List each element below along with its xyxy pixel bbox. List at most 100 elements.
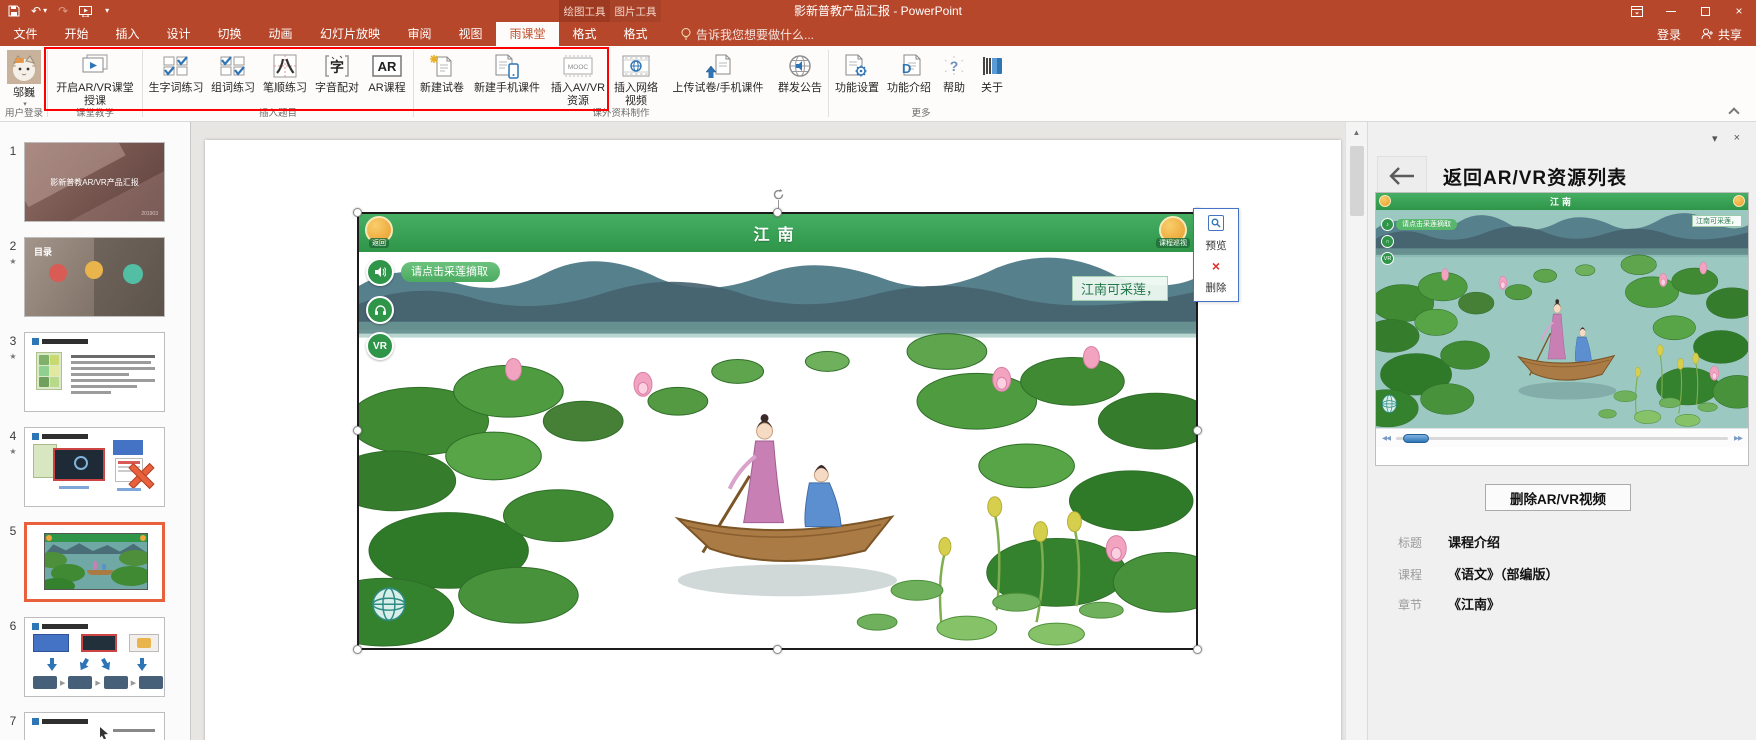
tab-format-picture[interactable]: 格式: [610, 22, 661, 46]
slide-thumbnail-6[interactable]: 6 ▶▶▶: [2, 617, 190, 697]
slide-thumbnail-4[interactable]: 4★: [2, 427, 190, 507]
resize-handle-n[interactable]: [773, 208, 782, 217]
slide-thumbnail-3[interactable]: 3★: [2, 332, 190, 412]
pane-close-icon[interactable]: ×: [1734, 132, 1740, 145]
tab-rain-classroom[interactable]: 雨课堂: [496, 22, 559, 46]
slide-editing-area[interactable]: 江南 返回 课程巡视 请点击采莲摘取 VR: [191, 122, 1345, 740]
thumb-title: 影新普教AR/VR产品汇报: [25, 177, 164, 188]
speaker-icon[interactable]: [366, 258, 394, 286]
save-icon[interactable]: [8, 5, 20, 17]
svg-text:字: 字: [330, 59, 344, 75]
slide-thumbnail-2[interactable]: 2★ 目录: [2, 237, 190, 317]
group-label: 课堂教学: [51, 108, 139, 121]
rotation-handle[interactable]: [772, 188, 785, 206]
tab-review[interactable]: 审阅: [394, 22, 445, 46]
share-button[interactable]: 共享: [1701, 26, 1742, 43]
left-arrow-icon: [1389, 167, 1415, 185]
ribbon-display-options-icon[interactable]: [1620, 0, 1654, 22]
thumb-title: 目录: [34, 245, 52, 258]
delete-arvr-video-button[interactable]: 删除AR/VR视频: [1485, 484, 1631, 511]
main-vertical-scrollbar[interactable]: ▲: [1345, 122, 1368, 740]
undo-icon[interactable]: ↶▾: [31, 5, 47, 17]
redo-icon: ↷: [58, 5, 68, 17]
video-scrubber[interactable]: [1403, 434, 1429, 443]
collapse-ribbon-icon[interactable]: [1728, 107, 1739, 118]
slide-number: 1: [10, 144, 17, 158]
slide-page[interactable]: 江南 返回 课程巡视 请点击采莲摘取 VR: [205, 140, 1341, 740]
grid-check-icon: [163, 50, 190, 82]
film-globe-icon: [622, 50, 650, 82]
resize-handle-sw[interactable]: [353, 645, 362, 654]
video-preview[interactable]: 江南 ♪ 请点击采莲摘取 江南可采莲， ∩ VR ◀◀ ▶▶: [1375, 192, 1749, 466]
scene-back-button[interactable]: 返回: [365, 216, 393, 248]
tab-view[interactable]: 视图: [445, 22, 496, 46]
new-exam-button[interactable]: 新建试卷: [417, 48, 467, 95]
start-arvr-class-button[interactable]: 开启AR/VR课堂授课: [51, 48, 139, 107]
delete-x-icon[interactable]: ×: [1212, 259, 1220, 273]
new-mobile-courseware-button[interactable]: 新建手机课件: [469, 48, 545, 95]
slide-thumbnail-7[interactable]: 7: [2, 712, 190, 740]
resize-handle-w[interactable]: [353, 426, 362, 435]
start-slideshow-icon[interactable]: [79, 6, 92, 17]
sign-in-link[interactable]: 登录: [1657, 26, 1681, 43]
sound-match-button[interactable]: 字 字音配对: [312, 48, 362, 95]
screen-play-icon: [81, 50, 109, 82]
rewind-icon[interactable]: ◀◀: [1382, 434, 1390, 442]
field-course: 课程 《语文》（部编版）: [1398, 564, 1559, 583]
scrollbar-thumb[interactable]: [1350, 146, 1364, 216]
tab-file[interactable]: 文件: [0, 22, 51, 46]
pane-back-button[interactable]: [1377, 156, 1427, 196]
preview-icon[interactable]: [1208, 215, 1224, 231]
slide-thumbnail-5-selected[interactable]: 5: [2, 522, 190, 602]
stroke-order-icon: [273, 50, 297, 82]
document-phone-icon: [494, 50, 520, 82]
animation-star-icon: ★: [9, 257, 16, 266]
scene-course-patrol-button[interactable]: 课程巡视: [1156, 216, 1190, 248]
group-label: 插入题目: [146, 108, 410, 121]
video-controls[interactable]: ◀◀ ▶▶: [1376, 428, 1748, 447]
preview-label[interactable]: 预览: [1206, 238, 1227, 253]
settings-button[interactable]: 功能设置: [832, 48, 882, 95]
maximize-button[interactable]: [1688, 0, 1722, 22]
insert-avvr-resource-button[interactable]: MOOC 插入AV/VR资源: [547, 48, 609, 107]
stroke-practice-button[interactable]: 笔顺练习: [260, 48, 310, 95]
help-button[interactable]: ? 帮助: [936, 48, 972, 95]
resize-handle-s[interactable]: [773, 645, 782, 654]
ar-course-button[interactable]: AR AR课程: [364, 48, 410, 95]
upload-exam-courseware-button[interactable]: 上传试卷/手机课件: [663, 48, 773, 95]
slide-thumbnail-panel[interactable]: 1 影新普教AR/VR产品汇报 201903 2★ 目录 3★: [0, 122, 191, 740]
feature-intro-button[interactable]: D 功能介绍: [884, 48, 934, 95]
tab-transitions[interactable]: 切换: [204, 22, 255, 46]
scene-title: 江南: [753, 221, 801, 245]
resize-handle-nw[interactable]: [353, 208, 362, 217]
about-button[interactable]: 关于: [974, 48, 1010, 95]
tab-home[interactable]: 开始: [51, 22, 102, 46]
phrase-practice-button[interactable]: 组词练习: [208, 48, 258, 95]
delete-label[interactable]: 删除: [1206, 280, 1227, 295]
arvr-scene-object[interactable]: 江南 返回 课程巡视 请点击采莲摘取 VR: [357, 212, 1198, 650]
slide-thumbnail-1[interactable]: 1 影新普教AR/VR产品汇报 201903: [2, 142, 190, 222]
vr-button[interactable]: VR: [366, 332, 394, 360]
close-button[interactable]: ×: [1722, 0, 1756, 22]
tab-design[interactable]: 设计: [153, 22, 204, 46]
customize-qat-icon[interactable]: ▾: [103, 7, 109, 15]
tab-animations[interactable]: 动画: [255, 22, 306, 46]
group-material-creation: 新建试卷 新建手机课件 MOOC 插入AV/VR资源: [414, 47, 828, 121]
resize-handle-se[interactable]: [1193, 645, 1202, 654]
video-progress-track[interactable]: [1396, 437, 1728, 440]
tab-slideshow[interactable]: 幻灯片放映: [306, 22, 394, 46]
tab-format-drawing[interactable]: 格式: [559, 22, 610, 46]
word-practice-button[interactable]: 生字词练习: [146, 48, 206, 95]
ribbon: 邬巍 ▾ 用户登录 开启AR/VR课堂授课 课堂教学: [0, 46, 1756, 122]
tell-me-box[interactable]: 告诉我您想要做什么...: [681, 22, 814, 46]
announce-button[interactable]: 群发公告: [775, 48, 825, 95]
headphone-icon[interactable]: [366, 296, 394, 324]
scroll-up-icon[interactable]: ▲: [1346, 122, 1367, 137]
resize-handle-e[interactable]: [1193, 426, 1202, 435]
pane-dropdown-icon[interactable]: ▾: [1712, 132, 1718, 145]
minimize-button[interactable]: [1654, 0, 1688, 22]
insert-web-video-button[interactable]: 插入网络视频: [611, 48, 661, 107]
forward-icon[interactable]: ▶▶: [1734, 434, 1742, 442]
tab-insert[interactable]: 插入: [102, 22, 153, 46]
user-account-button[interactable]: 邬巍 ▾: [4, 48, 44, 108]
